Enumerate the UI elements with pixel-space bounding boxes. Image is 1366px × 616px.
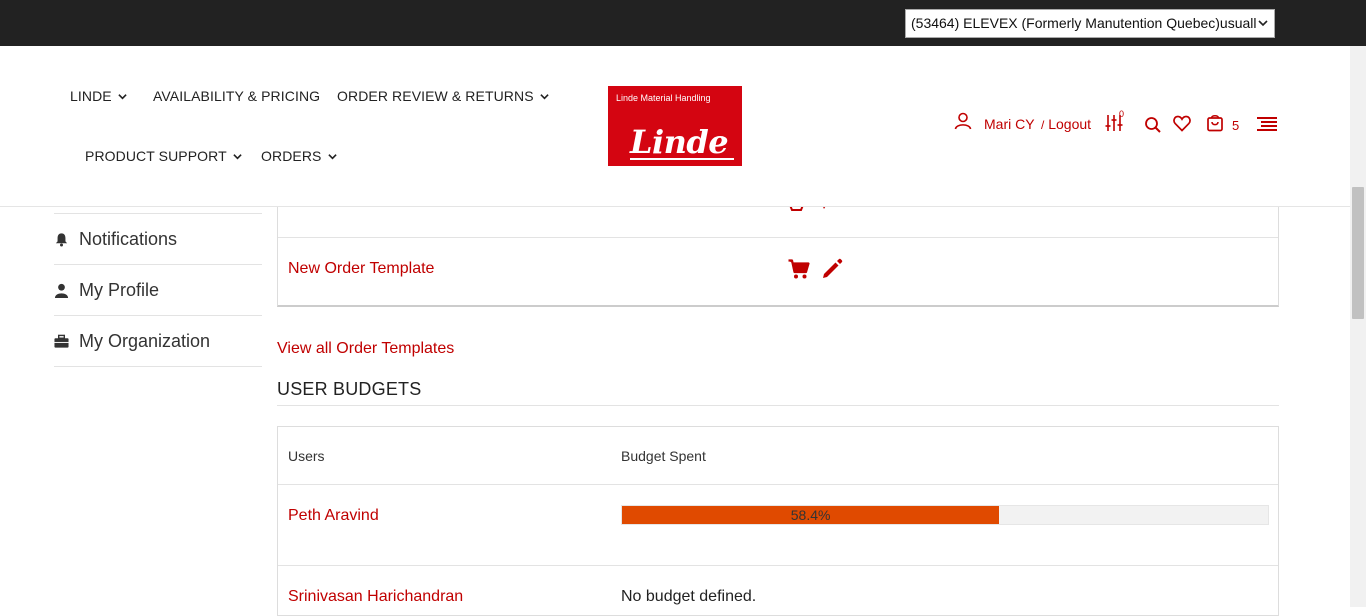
row-divider — [278, 237, 1278, 238]
compare-count: 0 — [1119, 109, 1125, 119]
search-icon[interactable] — [1144, 116, 1162, 134]
column-header-users: Users — [288, 448, 325, 464]
logout-link[interactable]: / Logout — [1041, 116, 1091, 132]
logo-tagline: Linde Material Handling — [616, 93, 711, 103]
briefcase-icon — [54, 334, 69, 348]
nav-product-support-label: PRODUCT SUPPORT — [85, 148, 227, 164]
sidebar-item-label: My Organization — [79, 330, 211, 351]
logout-separator: / — [1041, 118, 1045, 132]
sidebar-item-my-organization[interactable]: My Organization — [54, 316, 262, 367]
user-icon — [54, 283, 69, 298]
no-budget-text: No budget defined. — [621, 588, 757, 605]
nav-availability-label: AVAILABILITY & PRICING — [153, 88, 321, 104]
chevron-down-icon — [118, 93, 127, 99]
nav-orders[interactable]: ORDERS — [261, 148, 337, 164]
budget-progress-label: 58.4% — [790, 507, 831, 523]
sidebar-item-label: Notifications — [79, 228, 178, 249]
row-divider — [278, 565, 1278, 566]
nav-availability-pricing[interactable]: AVAILABILITY & PRICING — [153, 88, 320, 104]
budget-user-link[interactable]: Peth Aravind — [288, 507, 379, 525]
column-header-budget-spent: Budget Spent — [621, 448, 706, 464]
cart-icon[interactable] — [788, 258, 810, 280]
row-divider — [278, 484, 1278, 485]
linde-logo[interactable]: Linde Material Handling Linde — [608, 86, 742, 166]
view-all-templates-link[interactable]: View all Order Templates — [277, 340, 454, 358]
sidebar-item-my-profile[interactable]: My Profile — [54, 265, 262, 316]
nav-linde-label: LINDE — [70, 88, 112, 104]
site-header: LINDE AVAILABILITY & PRICING ORDER REVIE… — [0, 46, 1350, 207]
pencil-icon[interactable] — [821, 258, 843, 280]
page-scrollbar[interactable] — [1350, 46, 1366, 607]
nav-linde[interactable]: LINDE — [70, 88, 127, 104]
sidebar-item-label: My Profile — [79, 279, 160, 300]
top-bar: (53464) ELEVEX (Formerly Manutention Que… — [0, 0, 1366, 46]
sidebar-item-notifications[interactable]: Notifications — [54, 214, 262, 265]
account-select-value: (53464) ELEVEX (Formerly Manutention Que… — [911, 15, 1257, 31]
section-divider — [277, 405, 1279, 406]
logout-label: Logout — [1048, 116, 1092, 132]
nav-product-support[interactable]: PRODUCT SUPPORT — [85, 148, 242, 164]
nav-order-review-label: ORDER REVIEW & RETURNS — [337, 88, 534, 104]
chevron-down-icon — [1258, 20, 1268, 27]
account-select[interactable]: (53464) ELEVEX (Formerly Manutention Que… — [905, 9, 1275, 38]
budget-user-link[interactable]: Srinivasan Harichandran — [288, 588, 463, 606]
budget-progress-bar: 58.4% — [621, 505, 1269, 525]
user-name-link[interactable]: Mari CY — [984, 116, 1035, 132]
menu-icon[interactable] — [1257, 116, 1277, 132]
chevron-down-icon — [233, 153, 242, 159]
nav-order-review-returns[interactable]: ORDER REVIEW & RETURNS — [337, 88, 549, 104]
chevron-down-icon — [539, 93, 549, 99]
cart-count: 5 — [1232, 118, 1240, 133]
logo-wordmark: Linde — [630, 123, 729, 161]
template-name-link[interactable]: New Order Template — [288, 260, 434, 278]
chevron-down-icon — [327, 153, 337, 159]
section-title: USER BUDGETS — [277, 379, 422, 399]
order-templates-table: New Order Template — [277, 202, 1279, 307]
heart-icon[interactable] — [1173, 115, 1191, 132]
user-icon[interactable] — [954, 112, 974, 130]
logo-underline — [630, 158, 734, 160]
user-budgets-table: Users Budget Spent Peth Aravind 58.4% Sr… — [277, 426, 1279, 616]
nav-orders-label: ORDERS — [261, 148, 322, 164]
bell-icon — [55, 232, 68, 246]
shopping-bag-icon[interactable] — [1206, 114, 1224, 132]
scrollbar-thumb[interactable] — [1352, 187, 1364, 319]
